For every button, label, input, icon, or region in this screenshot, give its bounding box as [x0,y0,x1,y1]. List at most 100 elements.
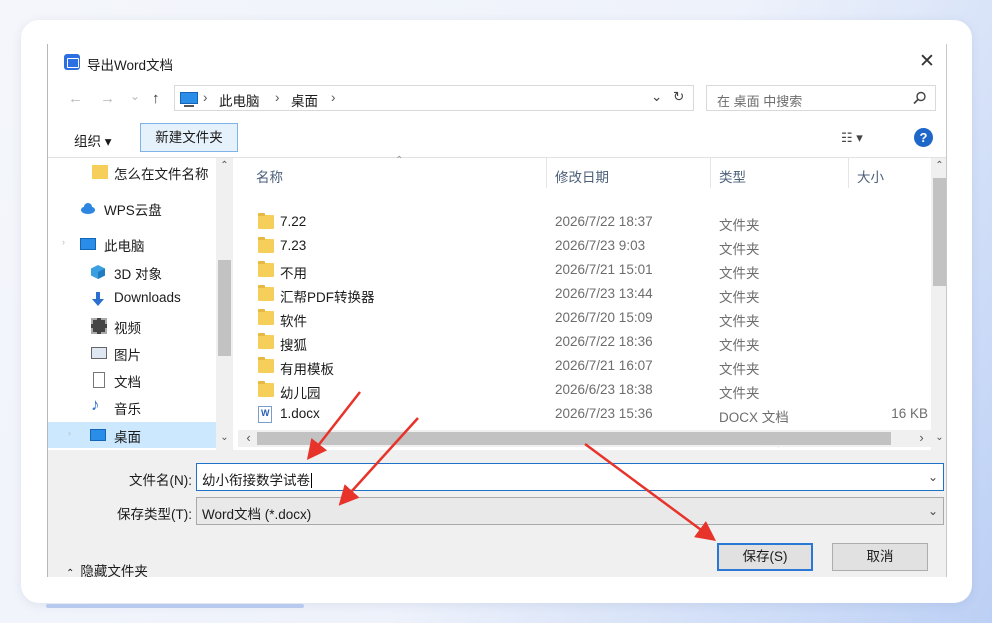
address-dropdown-icon[interactable]: ⌄ [651,89,662,105]
file-date: 2026/7/22 18:37 [555,214,653,229]
file-name: 搜狐 [280,338,307,353]
sidebar-item-label: 怎么在文件名称 [114,167,209,182]
word-document-icon [258,406,272,423]
cancel-button[interactable]: 取消 [832,543,928,571]
sidebar-item-quick-folder[interactable]: 怎么在文件名称 [48,159,218,185]
horizontal-scrollbar[interactable]: ‹ › [238,430,931,447]
recent-locations-icon[interactable]: ⌄ [130,89,140,103]
column-name[interactable]: 名称 [256,166,283,186]
navigation-bar: ← → ⌄ ↑ › 此电脑 › 桌面 › ⌄ ↻ 在 桌面 中搜索 [48,80,946,118]
export-dialog: 导出Word文档 ✕ ← → ⌄ ↑ › 此电脑 › 桌面 › ⌄ ↻ 在 桌面… [47,44,947,577]
sidebar-item-pictures[interactable]: 图片 [48,340,218,366]
search-placeholder: 在 桌面 中搜索 [717,94,803,109]
address-bar[interactable]: › 此电脑 › 桌面 › ⌄ ↻ [174,85,694,111]
scrollbar-thumb[interactable] [257,432,891,445]
file-name: 汇帮PDF转换器 [280,290,375,305]
column-divider[interactable] [710,158,711,188]
table-row[interactable]: 搜狐 2026/7/22 18:36 文件夹 [238,331,928,355]
table-row[interactable]: 有用模板 2026/7/21 16:07 文件夹 [238,355,928,379]
file-size: 16 KB [891,406,928,421]
scroll-left-icon[interactable]: ‹ [240,430,257,445]
chevron-right-icon: › [62,237,65,247]
table-row[interactable]: 软件 2026/7/20 15:09 文件夹 [238,307,928,331]
sidebar-item-documents[interactable]: 文档 [48,367,218,393]
up-arrow-icon[interactable]: ↑ [152,90,160,107]
scroll-down-icon[interactable]: ⌄ [216,432,233,443]
search-icon [913,91,926,105]
sidebar-item-wps-cloud[interactable]: WPS云盘 [48,195,218,221]
column-divider[interactable] [546,158,547,188]
help-icon[interactable]: ? [914,128,933,147]
file-type: 文件夹 [719,218,760,233]
column-date[interactable]: 修改日期 [555,166,609,186]
progress-bar [46,604,304,608]
sidebar-item-downloads[interactable]: Downloads [48,286,218,312]
column-header: ⌃ 名称 修改日期 类型 大小 [238,155,928,188]
scrollbar-thumb[interactable] [218,260,231,356]
table-row[interactable]: 1.docx 2026/7/23 15:36 DOCX 文档 16 KB [238,403,928,427]
table-row[interactable]: 7.22 2026/7/22 18:37 文件夹 [238,211,928,235]
filetype-label: 保存类型(T): [117,507,192,522]
cube-icon [91,265,105,279]
back-arrow-icon[interactable]: ← [68,90,83,107]
scroll-up-icon[interactable]: ⌃ [216,160,233,171]
hide-folders-toggle[interactable]: ⌃ 隐藏文件夹 [66,560,148,577]
scrollbar-thumb[interactable] [933,178,946,286]
filetype-select[interactable]: Word文档 (*.docx) ⌄ [196,497,944,525]
sidebar-item-desktop[interactable]: › 桌面 [48,422,218,448]
sidebar-item-music[interactable]: ♪ 音乐 [48,394,218,420]
folder-icon [258,237,274,253]
forward-arrow-icon[interactable]: → [100,90,115,107]
scroll-down-icon[interactable]: ⌄ [931,432,946,443]
navigation-scrollbar[interactable]: ⌃ ⌄ [216,158,233,450]
file-date: 2026/7/23 9:03 [555,238,646,253]
file-date: 2026/7/23 15:36 [555,406,653,421]
table-row[interactable]: 不用 2026/7/21 15:01 文件夹 [238,259,928,283]
file-type: 文件夹 [719,266,760,281]
folder-icon [258,333,274,349]
title-bar: 导出Word文档 ✕ [48,44,946,80]
column-type[interactable]: 类型 [719,166,746,186]
breadcrumb-this-pc[interactable]: 此电脑 [219,90,260,110]
file-name: 幼儿园 [280,386,321,401]
chevron-up-icon: ⌃ [66,568,75,577]
folder-icon [258,381,274,397]
view-options-icon[interactable]: ☷ ▾ [841,130,863,146]
file-name: 不用 [280,266,307,281]
sidebar-item-label: 文档 [114,375,141,390]
sort-ascending-icon: ⌃ [395,155,404,166]
column-size[interactable]: 大小 [857,166,884,186]
file-type: 文件夹 [719,314,760,329]
refresh-icon[interactable]: ↻ [673,89,684,105]
document-icon [93,372,105,388]
computer-icon [80,238,96,250]
search-box[interactable]: 在 桌面 中搜索 [706,85,936,111]
folder-icon [258,261,274,277]
table-row[interactable]: 汇帮PDF转换器 2026/7/23 13:44 文件夹 [238,283,928,307]
scroll-up-icon[interactable]: ⌃ [931,160,946,171]
sidebar-item-videos[interactable]: 视频 [48,313,218,339]
chevron-down-icon[interactable]: ⌄ [928,504,938,518]
sidebar-item-this-pc[interactable]: › 此电脑 [48,231,218,257]
scroll-right-icon[interactable]: › [913,430,930,445]
dialog-title: 导出Word文档 [87,58,174,73]
sidebar-item-label: 图片 [114,348,141,363]
file-type: 文件夹 [719,362,760,377]
table-row[interactable]: 7.23 2026/7/23 9:03 文件夹 [238,235,928,259]
chevron-down-icon[interactable]: ⌄ [928,470,938,484]
sidebar-item-3d-objects[interactable]: 3D 对象 [48,259,218,285]
filename-input[interactable]: 幼小衔接数学试卷 ⌄ [196,463,944,491]
cloud-icon [81,203,95,214]
new-folder-button[interactable]: 新建文件夹 [140,123,238,152]
save-panel: 文件名(N): 幼小衔接数学试卷 ⌄ 保存类型(T): Word文档 (*.do… [48,450,946,577]
file-name: 有用模板 [280,362,334,377]
file-date: 2026/7/21 15:01 [555,262,653,277]
column-divider[interactable] [848,158,849,188]
breadcrumb-desktop[interactable]: 桌面 [291,90,318,110]
close-icon[interactable]: ✕ [914,50,940,73]
folder-icon [92,165,108,179]
organize-menu[interactable]: 组织 ▾ [74,130,112,150]
table-row[interactable]: 幼儿园 2026/6/23 18:38 文件夹 [238,379,928,403]
file-list-scrollbar[interactable]: ⌃ ⌄ [931,158,946,450]
save-button[interactable]: 保存(S) [717,543,813,571]
